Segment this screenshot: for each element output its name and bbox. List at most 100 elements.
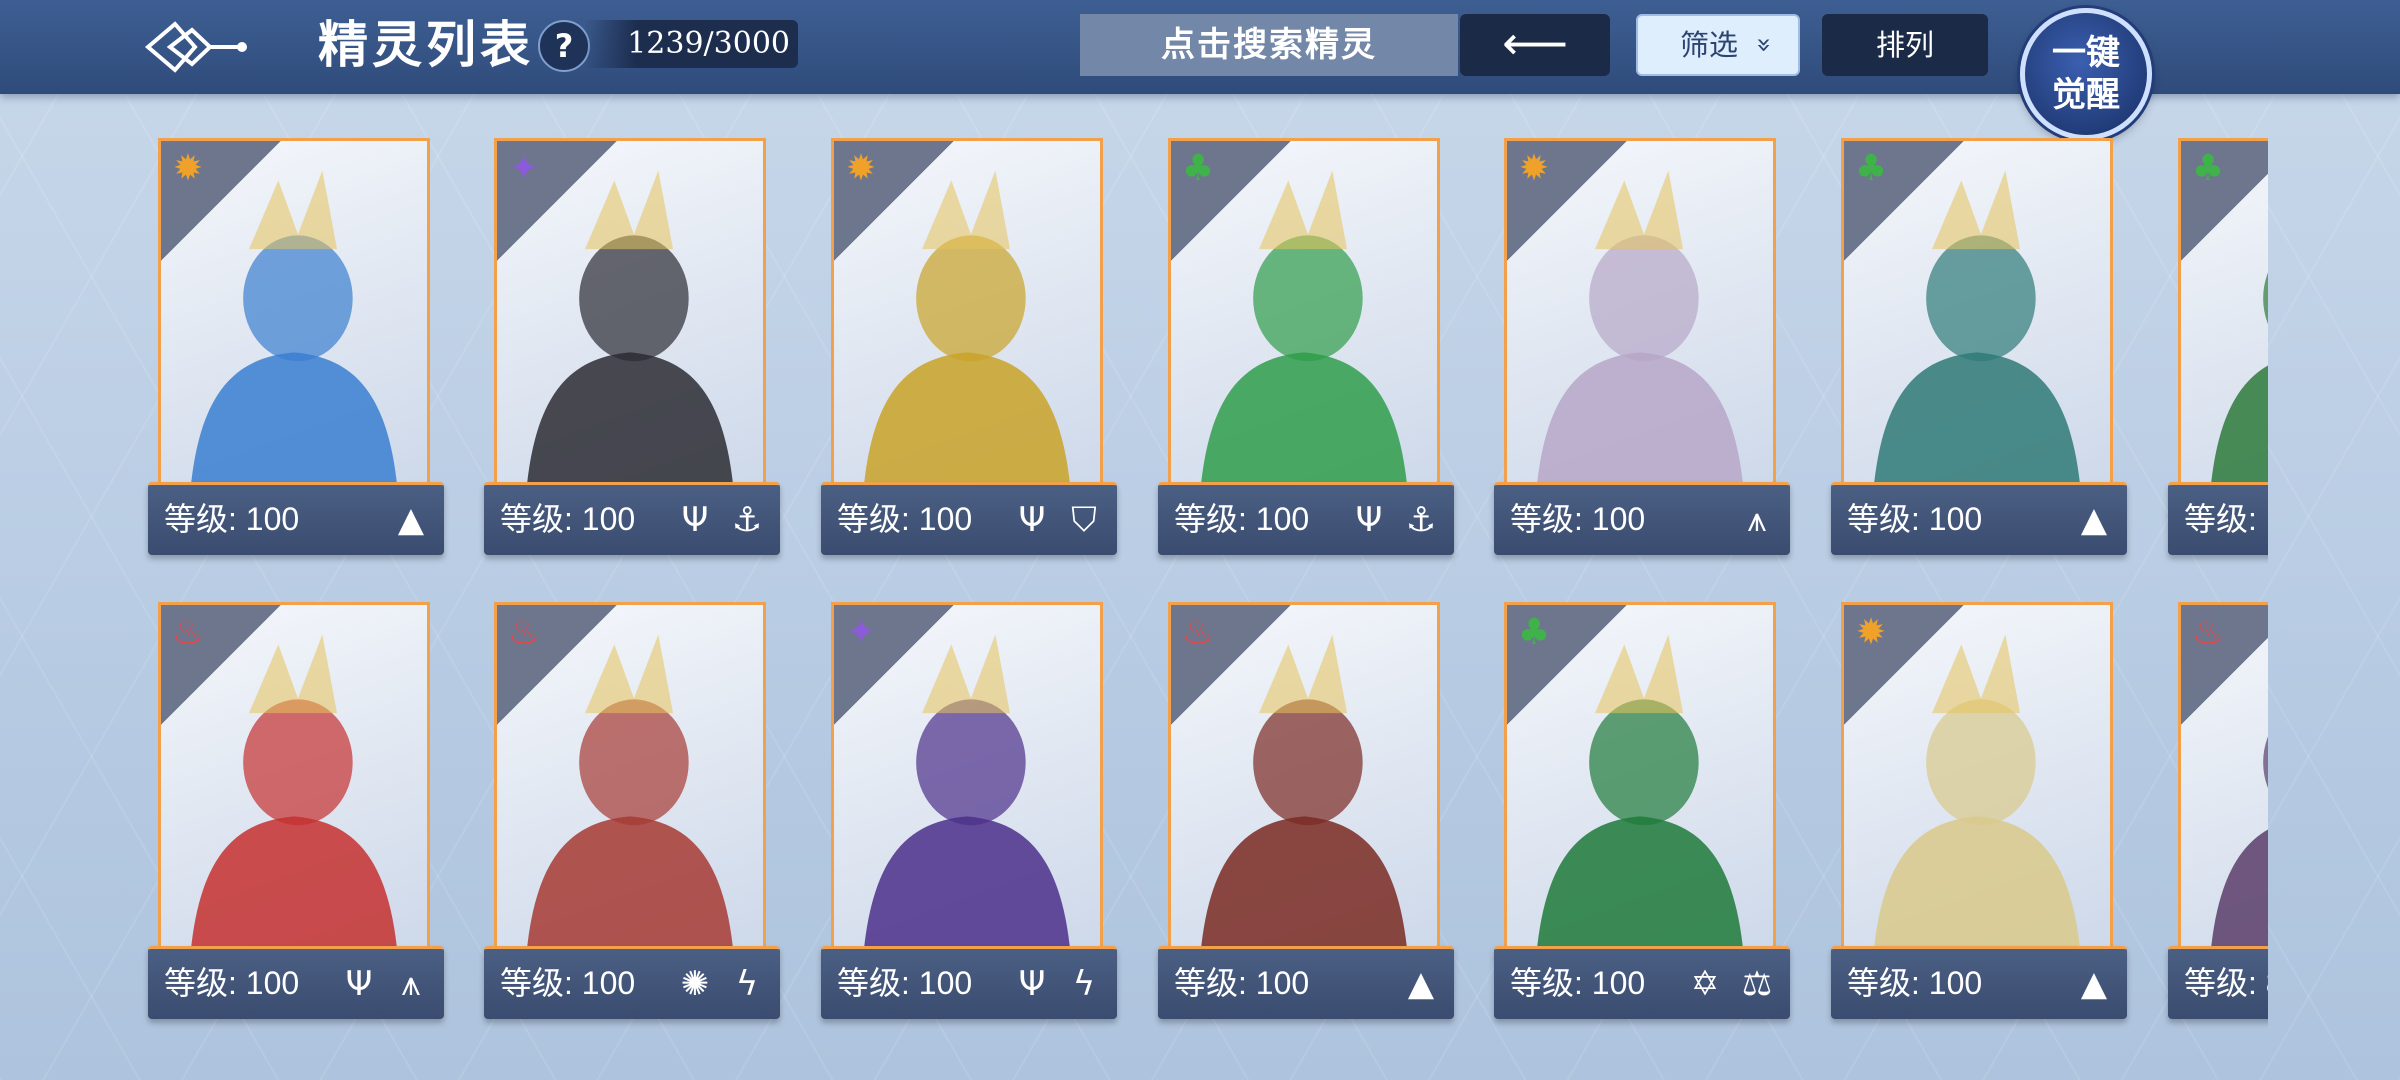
fang-skill-icon: ⩚ [401,964,421,1004]
claw-skill-icon: Ψ [345,964,373,1004]
card-frame: ♣ [1504,602,1776,958]
card-frame: ♨ [2178,602,2268,958]
light-icon: ✹ [1855,611,1887,653]
card-info-plate: 等级: 100 Ψϟ [821,946,1117,1019]
card-info-plate: 等级: 100 Ψ ⩚ [148,946,444,1019]
light-icon: ✹ [845,147,877,189]
spirit-card[interactable]: ✹ 等级: 100 ▲ [148,138,444,556]
skill-icons: ▲ [2071,961,2117,1007]
skill-icons: Ψϟ [1009,961,1107,1007]
spirit-portrait [1536,170,1744,491]
skill-icons: ⩚ [1734,497,1780,543]
shield-skill-icon: ⛉ [1071,500,1097,540]
level-label: 等级: 100 [1510,965,1646,1001]
spirit-card[interactable]: ♨ 等级: 8 [2168,602,2268,1020]
card-frame: ✹ [831,138,1103,494]
skill-icons: ▲ [388,497,434,543]
spirit-card[interactable]: ✹ 等级: 100 ⩚ [1494,138,1790,556]
card-frame: ♣ [1841,138,2113,494]
grass-icon: ♣ [2191,147,2225,189]
spirit-portrait [863,634,1071,955]
spirit-card[interactable]: ✦ 等级: 100 Ψϟ [821,602,1117,1020]
light-icon: ✹ [1518,147,1550,189]
spirit-portrait [1200,634,1408,955]
trident-skill-icon: ⚓ [731,500,763,540]
card-info-plate: 等级: 100 Ψ ⛉ [821,482,1117,555]
card-info-plate: 等级: 100 ▲ [1831,482,2127,555]
book-skill-icon: ▲ [2080,500,2108,540]
level-label: 等级: 100 [500,501,636,537]
card-info-plate: 等级: 8 [2168,946,2268,1019]
fire-icon: ♨ [2191,611,2225,653]
spirit-card[interactable]: ♨ 等级: 100 ▲ [1158,602,1454,1020]
claw-skill-icon: Ψ [681,500,709,540]
level-label: 等级: 1 [2184,501,2268,537]
level-label: 等级: 100 [164,965,300,1001]
card-info-plate: 等级: 100 ✺ ϟ [484,946,780,1019]
card-info-plate: 等级: 100 ▲ [1831,946,2127,1019]
lightning-skill-icon: ϟ [735,964,759,1004]
card-frame: ✦ [831,602,1103,958]
spirit-portrait [1200,170,1408,491]
scale-skill-icon: ⚖ [1741,964,1773,1004]
spirit-portrait [1873,634,2081,955]
spirit-portrait [1536,634,1744,955]
fire-icon: ♨ [171,611,205,653]
spirit-card[interactable]: ✹ 等级: 100 Ψ ⛉ [821,138,1117,556]
level-label: 等级: 8 [2184,965,2268,1001]
grass-icon: ♣ [1517,611,1551,653]
spirit-card[interactable]: ♣ 等级: 100 Ψ ⚓ [1158,138,1454,556]
card-info-plate: 等级: 1 [2168,482,2268,555]
card-frame: ♨ [494,602,766,958]
shadow-icon: ✦ [508,147,540,189]
skill-icons: ✺ ϟ [672,961,770,1007]
level-label: 等级: 100 [1510,501,1646,537]
skill-icons: ✡ ⚖ [1682,961,1780,1007]
card-info-plate: 等级: 100 ▲ [1158,946,1454,1019]
book-skill-icon: ▲ [1407,964,1435,1004]
spirit-card[interactable]: ♣ 等级: 100 ✡ ⚖ [1494,602,1790,1020]
spirit-card[interactable]: ♣ 等级: 100 ▲ [1831,138,2127,556]
card-info-plate: 等级: 100 ▲ [148,482,444,555]
card-frame: ✦ [494,138,766,494]
level-label: 等级: 100 [837,965,973,1001]
spirit-card[interactable]: ♨ 等级: 100 ✺ ϟ [484,602,780,1020]
light-icon: ✹ [172,147,204,189]
spirit-card[interactable]: ♨ 等级: 100 Ψ ⩚ [148,602,444,1020]
level-label: 等级: 100 [500,965,636,1001]
skill-icons: Ψ ⛉ [1009,497,1107,543]
spirit-portrait [2210,736,2268,955]
card-info-plate: 等级: 100 Ψ ⚓ [484,482,780,555]
skill-icons: Ψ ⩚ [336,961,434,1007]
skill-icons: ▲ [1398,961,1444,1007]
lightning-skill-icon: ϟ [1072,964,1096,1004]
spirit-grid: ✹ 等级: 100 ▲ ✦ 等级: 100 Ψ ⚓ ✹ 等级: 100 Ψ ⛉ ♣ 等级: 100 Ψ ⚓ ✹… [0,0,2268,1080]
trident-skill-icon: ⚓ [1405,500,1437,540]
skill-icons: Ψ ⚓ [672,497,770,543]
card-frame: ✹ [1504,138,1776,494]
spirit-portrait [1873,170,2081,491]
fire-icon: ♨ [507,611,541,653]
spirit-card[interactable]: ♣ 等级: 1 [2168,138,2268,556]
spirit-portrait [2210,272,2268,491]
swirl-skill-icon: ✺ [680,964,710,1004]
claw-skill-icon: Ψ [1018,500,1046,540]
skill-icons: Ψ ⚓ [1346,497,1444,543]
fire-icon: ♨ [1181,611,1215,653]
book-skill-icon: ▲ [2080,964,2108,1004]
card-frame: ♣ [1168,138,1440,494]
spirit-portrait [863,170,1071,491]
claw-skill-icon: Ψ [1355,500,1383,540]
card-frame: ♨ [1168,602,1440,958]
spirit-card[interactable]: ✦ 等级: 100 Ψ ⚓ [484,138,780,556]
spirit-card[interactable]: ✹ 等级: 100 ▲ [1831,602,2127,1020]
spirit-portrait [526,634,734,955]
spirit-portrait [190,634,398,955]
level-label: 等级: 100 [837,501,973,537]
grass-icon: ♣ [1854,147,1888,189]
card-frame: ✹ [1841,602,2113,958]
level-label: 等级: 100 [1174,965,1310,1001]
level-label: 等级: 100 [164,501,300,537]
card-frame: ♨ [158,602,430,958]
claw-skill-icon: Ψ [1018,964,1046,1004]
